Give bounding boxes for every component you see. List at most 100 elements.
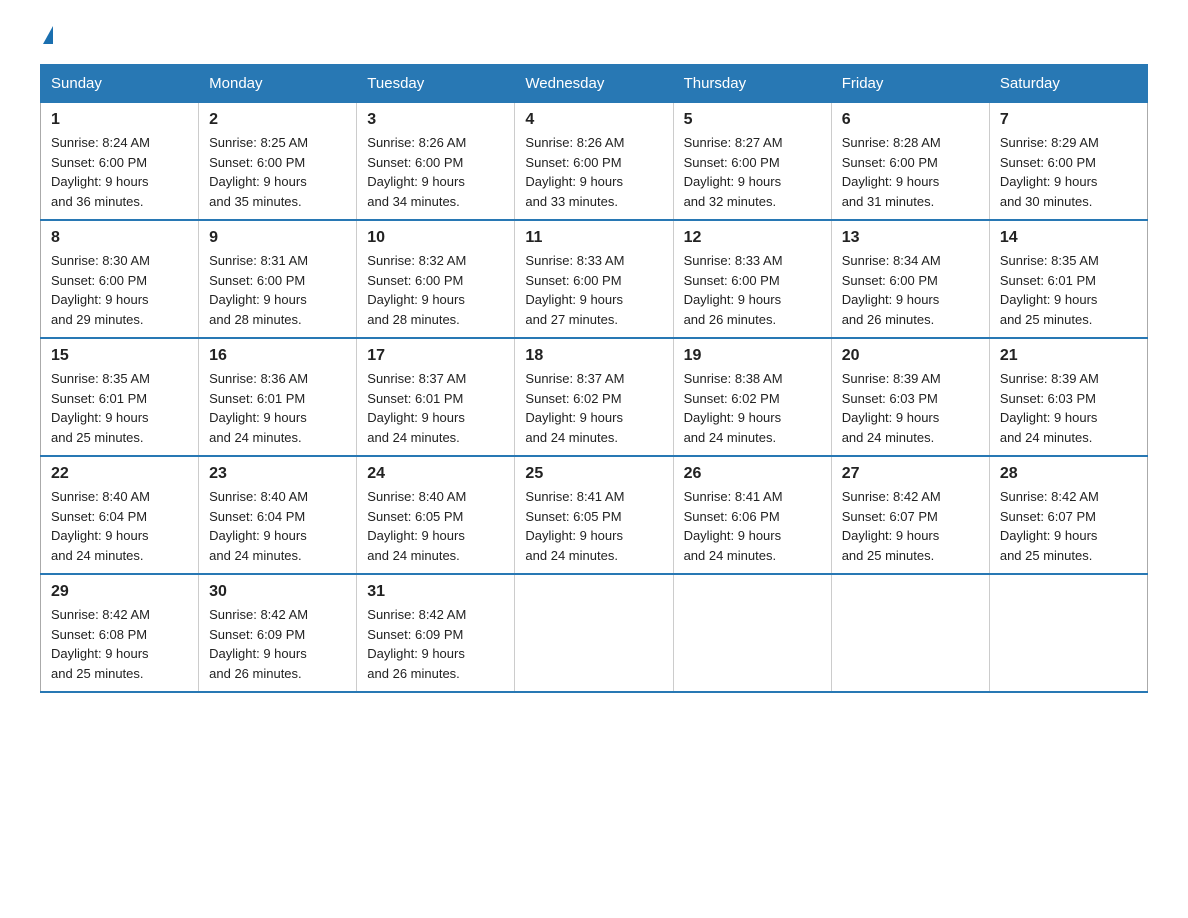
day-info: Sunrise: 8:25 AM Sunset: 6:00 PM Dayligh… <box>209 135 308 209</box>
calendar-cell: 9 Sunrise: 8:31 AM Sunset: 6:00 PM Dayli… <box>199 220 357 338</box>
calendar-cell: 31 Sunrise: 8:42 AM Sunset: 6:09 PM Dayl… <box>357 574 515 692</box>
day-number: 9 <box>209 229 346 247</box>
calendar-cell: 1 Sunrise: 8:24 AM Sunset: 6:00 PM Dayli… <box>41 103 199 221</box>
day-info: Sunrise: 8:32 AM Sunset: 6:00 PM Dayligh… <box>367 253 466 327</box>
calendar-cell: 29 Sunrise: 8:42 AM Sunset: 6:08 PM Dayl… <box>41 574 199 692</box>
day-info: Sunrise: 8:41 AM Sunset: 6:05 PM Dayligh… <box>525 489 624 563</box>
logo <box>40 30 53 44</box>
day-number: 27 <box>842 465 979 483</box>
day-header-tuesday: Tuesday <box>357 65 515 103</box>
calendar-cell: 14 Sunrise: 8:35 AM Sunset: 6:01 PM Dayl… <box>989 220 1147 338</box>
day-header-friday: Friday <box>831 65 989 103</box>
day-number: 31 <box>367 583 504 601</box>
calendar-cell: 10 Sunrise: 8:32 AM Sunset: 6:00 PM Dayl… <box>357 220 515 338</box>
calendar-cell: 28 Sunrise: 8:42 AM Sunset: 6:07 PM Dayl… <box>989 456 1147 574</box>
calendar-cell <box>515 574 673 692</box>
day-info: Sunrise: 8:26 AM Sunset: 6:00 PM Dayligh… <box>525 135 624 209</box>
day-info: Sunrise: 8:42 AM Sunset: 6:07 PM Dayligh… <box>1000 489 1099 563</box>
day-number: 18 <box>525 347 662 365</box>
day-header-monday: Monday <box>199 65 357 103</box>
calendar-cell: 27 Sunrise: 8:42 AM Sunset: 6:07 PM Dayl… <box>831 456 989 574</box>
day-info: Sunrise: 8:35 AM Sunset: 6:01 PM Dayligh… <box>1000 253 1099 327</box>
calendar-cell: 6 Sunrise: 8:28 AM Sunset: 6:00 PM Dayli… <box>831 103 989 221</box>
day-info: Sunrise: 8:37 AM Sunset: 6:02 PM Dayligh… <box>525 371 624 445</box>
day-info: Sunrise: 8:36 AM Sunset: 6:01 PM Dayligh… <box>209 371 308 445</box>
calendar-week-row: 15 Sunrise: 8:35 AM Sunset: 6:01 PM Dayl… <box>41 338 1148 456</box>
day-header-thursday: Thursday <box>673 65 831 103</box>
calendar-cell: 21 Sunrise: 8:39 AM Sunset: 6:03 PM Dayl… <box>989 338 1147 456</box>
day-number: 16 <box>209 347 346 365</box>
calendar-week-row: 1 Sunrise: 8:24 AM Sunset: 6:00 PM Dayli… <box>41 103 1148 221</box>
day-info: Sunrise: 8:42 AM Sunset: 6:07 PM Dayligh… <box>842 489 941 563</box>
day-number: 20 <box>842 347 979 365</box>
calendar-cell: 26 Sunrise: 8:41 AM Sunset: 6:06 PM Dayl… <box>673 456 831 574</box>
calendar-cell: 23 Sunrise: 8:40 AM Sunset: 6:04 PM Dayl… <box>199 456 357 574</box>
day-number: 21 <box>1000 347 1137 365</box>
calendar-week-row: 29 Sunrise: 8:42 AM Sunset: 6:08 PM Dayl… <box>41 574 1148 692</box>
calendar-cell: 15 Sunrise: 8:35 AM Sunset: 6:01 PM Dayl… <box>41 338 199 456</box>
day-number: 2 <box>209 111 346 129</box>
calendar-cell: 19 Sunrise: 8:38 AM Sunset: 6:02 PM Dayl… <box>673 338 831 456</box>
day-number: 4 <box>525 111 662 129</box>
calendar-cell: 25 Sunrise: 8:41 AM Sunset: 6:05 PM Dayl… <box>515 456 673 574</box>
calendar-cell <box>831 574 989 692</box>
day-info: Sunrise: 8:30 AM Sunset: 6:00 PM Dayligh… <box>51 253 150 327</box>
day-info: Sunrise: 8:39 AM Sunset: 6:03 PM Dayligh… <box>1000 371 1099 445</box>
day-number: 24 <box>367 465 504 483</box>
calendar-cell: 8 Sunrise: 8:30 AM Sunset: 6:00 PM Dayli… <box>41 220 199 338</box>
calendar-cell: 2 Sunrise: 8:25 AM Sunset: 6:00 PM Dayli… <box>199 103 357 221</box>
day-info: Sunrise: 8:40 AM Sunset: 6:04 PM Dayligh… <box>51 489 150 563</box>
day-number: 13 <box>842 229 979 247</box>
calendar-cell: 20 Sunrise: 8:39 AM Sunset: 6:03 PM Dayl… <box>831 338 989 456</box>
day-info: Sunrise: 8:39 AM Sunset: 6:03 PM Dayligh… <box>842 371 941 445</box>
calendar-cell: 11 Sunrise: 8:33 AM Sunset: 6:00 PM Dayl… <box>515 220 673 338</box>
day-number: 17 <box>367 347 504 365</box>
day-number: 22 <box>51 465 188 483</box>
day-info: Sunrise: 8:28 AM Sunset: 6:00 PM Dayligh… <box>842 135 941 209</box>
calendar-week-row: 22 Sunrise: 8:40 AM Sunset: 6:04 PM Dayl… <box>41 456 1148 574</box>
day-info: Sunrise: 8:26 AM Sunset: 6:00 PM Dayligh… <box>367 135 466 209</box>
logo-general-text <box>40 30 53 48</box>
calendar-cell: 24 Sunrise: 8:40 AM Sunset: 6:05 PM Dayl… <box>357 456 515 574</box>
day-info: Sunrise: 8:33 AM Sunset: 6:00 PM Dayligh… <box>684 253 783 327</box>
day-info: Sunrise: 8:31 AM Sunset: 6:00 PM Dayligh… <box>209 253 308 327</box>
calendar-header-row: SundayMondayTuesdayWednesdayThursdayFrid… <box>41 65 1148 103</box>
day-number: 7 <box>1000 111 1137 129</box>
day-header-sunday: Sunday <box>41 65 199 103</box>
calendar-cell <box>989 574 1147 692</box>
day-number: 23 <box>209 465 346 483</box>
day-info: Sunrise: 8:38 AM Sunset: 6:02 PM Dayligh… <box>684 371 783 445</box>
calendar-cell: 16 Sunrise: 8:36 AM Sunset: 6:01 PM Dayl… <box>199 338 357 456</box>
day-number: 1 <box>51 111 188 129</box>
day-number: 19 <box>684 347 821 365</box>
day-number: 12 <box>684 229 821 247</box>
day-info: Sunrise: 8:42 AM Sunset: 6:09 PM Dayligh… <box>209 607 308 681</box>
day-header-saturday: Saturday <box>989 65 1147 103</box>
calendar-cell: 30 Sunrise: 8:42 AM Sunset: 6:09 PM Dayl… <box>199 574 357 692</box>
calendar-cell: 12 Sunrise: 8:33 AM Sunset: 6:00 PM Dayl… <box>673 220 831 338</box>
calendar-cell: 13 Sunrise: 8:34 AM Sunset: 6:00 PM Dayl… <box>831 220 989 338</box>
day-number: 11 <box>525 229 662 247</box>
day-info: Sunrise: 8:40 AM Sunset: 6:04 PM Dayligh… <box>209 489 308 563</box>
calendar-cell: 22 Sunrise: 8:40 AM Sunset: 6:04 PM Dayl… <box>41 456 199 574</box>
calendar-table: SundayMondayTuesdayWednesdayThursdayFrid… <box>40 64 1148 693</box>
day-number: 10 <box>367 229 504 247</box>
calendar-cell: 3 Sunrise: 8:26 AM Sunset: 6:00 PM Dayli… <box>357 103 515 221</box>
page-header <box>40 30 1148 44</box>
calendar-cell: 18 Sunrise: 8:37 AM Sunset: 6:02 PM Dayl… <box>515 338 673 456</box>
calendar-cell: 17 Sunrise: 8:37 AM Sunset: 6:01 PM Dayl… <box>357 338 515 456</box>
day-number: 5 <box>684 111 821 129</box>
calendar-cell: 7 Sunrise: 8:29 AM Sunset: 6:00 PM Dayli… <box>989 103 1147 221</box>
day-number: 25 <box>525 465 662 483</box>
logo-triangle-icon <box>43 26 53 44</box>
day-info: Sunrise: 8:37 AM Sunset: 6:01 PM Dayligh… <box>367 371 466 445</box>
day-info: Sunrise: 8:34 AM Sunset: 6:00 PM Dayligh… <box>842 253 941 327</box>
day-info: Sunrise: 8:35 AM Sunset: 6:01 PM Dayligh… <box>51 371 150 445</box>
day-header-wednesday: Wednesday <box>515 65 673 103</box>
day-number: 6 <box>842 111 979 129</box>
calendar-cell: 5 Sunrise: 8:27 AM Sunset: 6:00 PM Dayli… <box>673 103 831 221</box>
day-info: Sunrise: 8:40 AM Sunset: 6:05 PM Dayligh… <box>367 489 466 563</box>
day-info: Sunrise: 8:41 AM Sunset: 6:06 PM Dayligh… <box>684 489 783 563</box>
day-number: 28 <box>1000 465 1137 483</box>
day-info: Sunrise: 8:42 AM Sunset: 6:09 PM Dayligh… <box>367 607 466 681</box>
